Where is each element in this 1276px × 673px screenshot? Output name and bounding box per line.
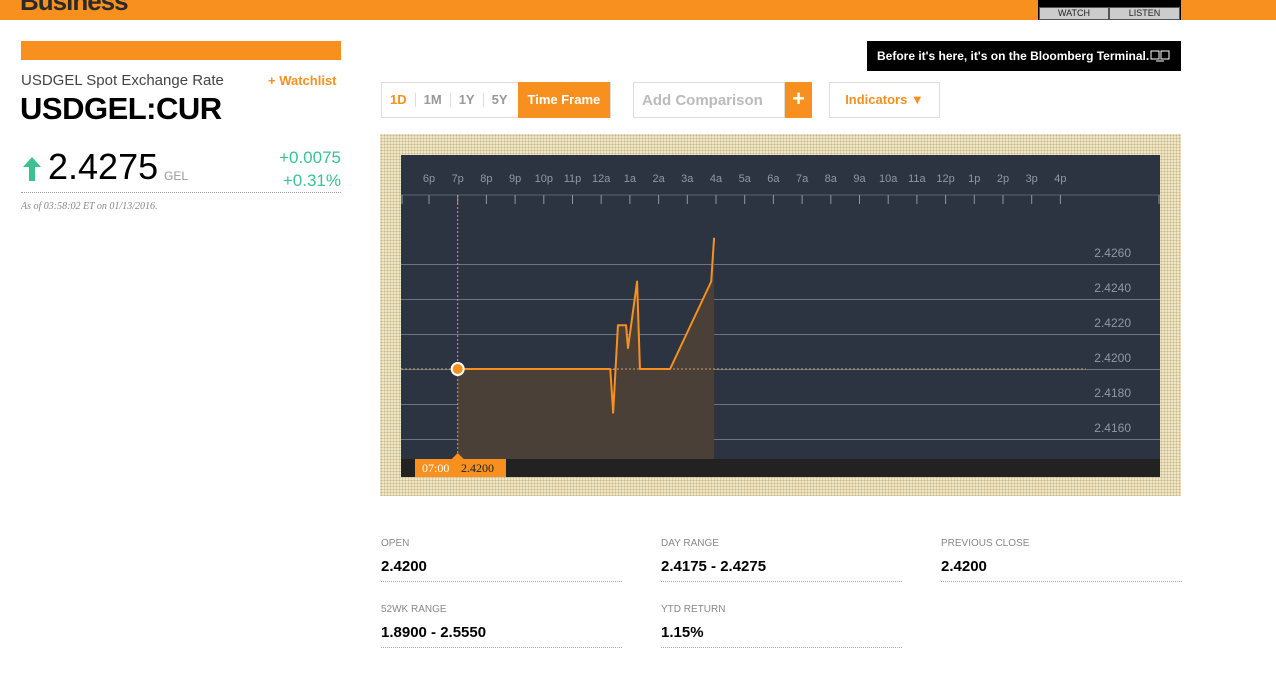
security-name: USDGEL Spot Exchange Rate (21, 72, 224, 89)
add-watchlist-link[interactable]: + Watchlist (268, 73, 337, 88)
y-tick-label: 2.4180 (1094, 386, 1131, 400)
add-comparison-button[interactable]: + (785, 82, 812, 118)
stat-value: 1.15% (661, 624, 902, 648)
price: 2.4275 (48, 146, 159, 187)
change-value: +0.0075 (279, 148, 341, 167)
range-5y-button[interactable]: 5Y (484, 93, 516, 107)
x-tick-label: 12p (936, 173, 954, 185)
y-tick-label: 2.4200 (1094, 351, 1131, 365)
range-1d-button[interactable]: 1D (382, 93, 416, 107)
x-tick-label: 5a (739, 173, 752, 185)
y-tick-label: 2.4240 (1094, 281, 1131, 295)
x-tick-label: 12a (592, 173, 611, 185)
add-comparison-input[interactable]: Add Comparison (633, 82, 785, 118)
cursor-point (450, 362, 465, 376)
timestamp: As of 03:58:02 ET on 01/13/2016. (21, 201, 158, 212)
x-tick-label: 8a (825, 173, 838, 185)
stat-label: OPEN (381, 538, 410, 549)
time-bar (401, 459, 1160, 477)
stat-label: PREVIOUS CLOSE (941, 538, 1030, 549)
y-tick-label: 2.4260 (1094, 246, 1131, 260)
price-chart[interactable]: 6p 7p 8p 9p 10p 11p 12a 1a 2a 3a 4a 5a 6a 7a 8a 9a 10a 11… (380, 134, 1181, 496)
section-bar (21, 41, 341, 60)
listen-button[interactable]: LISTEN (1109, 7, 1180, 20)
x-tick-label: 10a (879, 173, 898, 185)
x-tick-label: 9a (853, 173, 866, 185)
x-tick-label: 8p (480, 173, 492, 185)
x-tick-label: 2a (652, 173, 665, 185)
price-change: +0.0075 +0.31% (241, 146, 341, 192)
x-tick-label: 9p (509, 173, 521, 185)
stat-ytd-return: YTD RETURN 1.15% (661, 604, 902, 648)
stat-value: 2.4200 (941, 558, 1182, 582)
media-controls: WATCH LISTEN (1038, 0, 1181, 20)
cursor-time: 07:00 (422, 461, 449, 475)
x-tick-label: 3p (1026, 173, 1038, 185)
range-selector: 1D 1M 1Y 5Y Time Frame (381, 82, 612, 118)
arrow-up-icon (23, 157, 41, 181)
promo-text: Before it's here, it's on the Bloomberg … (877, 49, 1150, 63)
x-tick-label: 4p (1054, 173, 1066, 185)
x-tick-label: 11a (908, 173, 926, 185)
y-tick-label: 2.4160 (1094, 421, 1131, 435)
change-percent: +0.31% (282, 171, 341, 190)
x-tick-label: 1p (968, 173, 980, 185)
x-tick-label: 10p (535, 173, 553, 185)
x-tick-label: 11p (564, 173, 582, 185)
range-1m-button[interactable]: 1M (416, 93, 451, 107)
time-frame-button[interactable]: Time Frame (517, 82, 611, 118)
currency: GEL (164, 169, 189, 183)
terminal-promo-banner[interactable]: Before it's here, it's on the Bloomberg … (867, 41, 1181, 71)
x-tick-label: 7p (452, 173, 464, 185)
stat-value: 1.8900 - 2.5550 (381, 624, 622, 648)
brand-logo[interactable]: Business (20, 0, 129, 17)
stat-label: 52WK RANGE (381, 604, 447, 615)
chart-canvas[interactable]: 6p 7p 8p 9p 10p 11p 12a 1a 2a 3a 4a 5a 6a 7a 8a 9a 10a 11… (380, 134, 1181, 496)
x-tick-label: 6a (767, 173, 780, 185)
x-tick-label: 1a (624, 173, 637, 185)
watch-button[interactable]: WATCH (1039, 7, 1109, 20)
stat-day-range: DAY RANGE 2.4175 - 2.4275 (661, 538, 902, 582)
ticker-symbol: USDGEL:CUR (20, 91, 222, 126)
stat-label: DAY RANGE (661, 538, 719, 549)
x-tick-label: 6p (423, 173, 435, 185)
stat-value: 2.4200 (381, 558, 622, 582)
x-tick-label: 2p (997, 173, 1009, 185)
terminal-icon (1150, 50, 1170, 62)
x-tick-label: 4a (710, 173, 723, 185)
divider (21, 192, 341, 193)
x-tick-label: 7a (796, 173, 809, 185)
y-tick-label: 2.4220 (1094, 316, 1131, 330)
cursor-value: 2.4200 (461, 461, 494, 475)
range-1y-button[interactable]: 1Y (451, 93, 484, 107)
stat-value: 2.4175 - 2.4275 (661, 558, 902, 582)
stat-52wk-range: 52WK RANGE 1.8900 - 2.5550 (381, 604, 622, 648)
stat-previous-close: PREVIOUS CLOSE 2.4200 (941, 538, 1182, 582)
stat-open: OPEN 2.4200 (381, 538, 622, 582)
stat-label: YTD RETURN (661, 604, 726, 615)
indicators-dropdown[interactable]: Indicators ▼ (829, 82, 940, 118)
x-tick-label: 3a (681, 173, 694, 185)
